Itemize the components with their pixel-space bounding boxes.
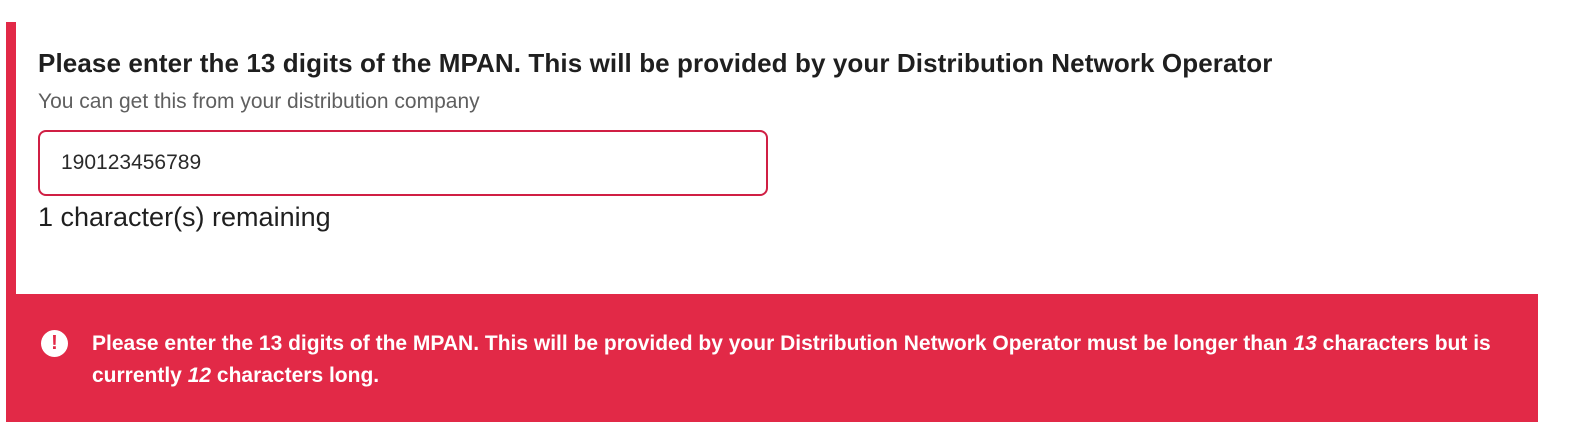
character-counter: 1 character(s) remaining (38, 202, 331, 232)
exclamation-circle-icon: ! (41, 330, 68, 357)
error-message-text: characters long. (211, 364, 380, 387)
error-message: Please enter the 13 digits of the MPAN. … (92, 328, 1492, 392)
question-title: Please enter the 13 digits of the MPAN. … (38, 48, 1273, 78)
question-hint: You can get this from your distribution … (38, 90, 480, 113)
error-message-text: Please enter the 13 digits of the MPAN. … (92, 332, 1294, 355)
mpan-question-block: Please enter the 13 digits of the MPAN. … (6, 22, 1538, 422)
error-current-length: 12 (187, 364, 212, 387)
error-message-panel: ! Please enter the 13 digits of the MPAN… (6, 294, 1538, 422)
error-indicator-bar (6, 22, 16, 294)
mpan-input[interactable] (38, 130, 768, 196)
error-min-length: 13 (1293, 332, 1317, 355)
